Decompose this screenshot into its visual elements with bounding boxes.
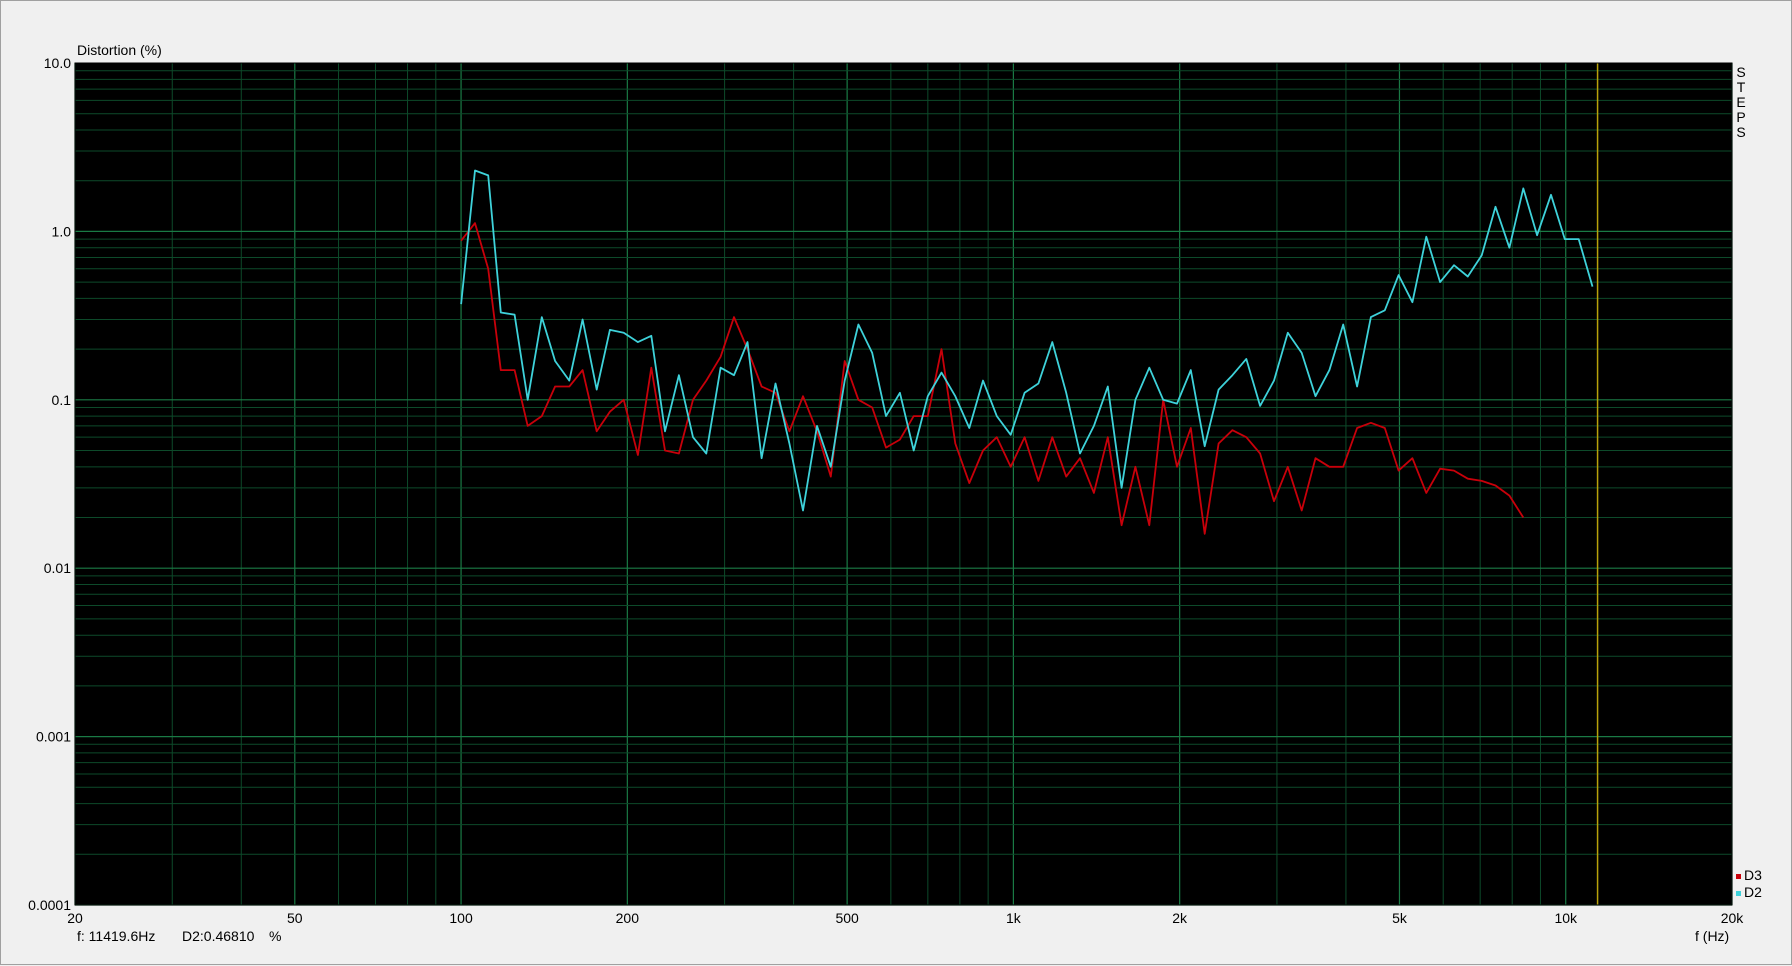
y-tick-label: 0.01: [44, 560, 71, 576]
x-tick-label: 1k: [1006, 910, 1022, 926]
chart-window: 20 50 100 200 500 1k 2k 5k 10k 20k 10.0 1.0 0.1 0.01 0…: [0, 0, 1792, 965]
legend-label: D2: [1744, 884, 1762, 900]
cursor-readout: f: 11419.6Hz D2:0.46810 %: [77, 928, 281, 944]
steps-letter: S: [1736, 124, 1745, 140]
steps-label: STEPS: [1736, 64, 1745, 140]
distortion-chart: 20 50 100 200 500 1k 2k 5k 10k 20k10.01.00.10.010…: [28, 42, 1762, 944]
steps-letter: T: [1737, 79, 1746, 95]
x-tick-label: 2k: [1172, 910, 1188, 926]
steps-letter: S: [1736, 64, 1745, 80]
y-tick-label: 0.0001: [28, 897, 71, 913]
x-tick-label: 20k: [1721, 910, 1745, 926]
legend-swatch: [1736, 874, 1741, 879]
y-tick-label: 0.1: [52, 392, 72, 408]
y-axis-label: Distortion (%): [77, 42, 162, 58]
x-axis-label: f (Hz): [1695, 928, 1729, 944]
plot-area[interactable]: [75, 63, 1732, 905]
legend-label: D3: [1744, 867, 1762, 883]
y-tick-label: 10.0: [44, 55, 71, 71]
x-tick-label: 5k: [1392, 910, 1408, 926]
x-tick-label: 10k: [1554, 910, 1578, 926]
x-tick-label: 50: [287, 910, 303, 926]
cursor-frequency-readout: f: 11419.6Hz: [77, 928, 155, 944]
y-tick-label: 1.0: [52, 223, 72, 239]
legend: D3D2: [1736, 867, 1762, 900]
x-tick-label: 100: [449, 910, 473, 926]
y-tick-label: 0.001: [36, 729, 71, 745]
cursor-value-readout: D2:0.46810: [182, 928, 255, 944]
x-tick-label: 200: [616, 910, 640, 926]
x-tick-label: 500: [835, 910, 859, 926]
legend-swatch: [1736, 891, 1741, 896]
steps-letter: E: [1736, 94, 1745, 110]
steps-letter: P: [1736, 109, 1745, 125]
cursor-unit-readout: %: [269, 928, 281, 944]
